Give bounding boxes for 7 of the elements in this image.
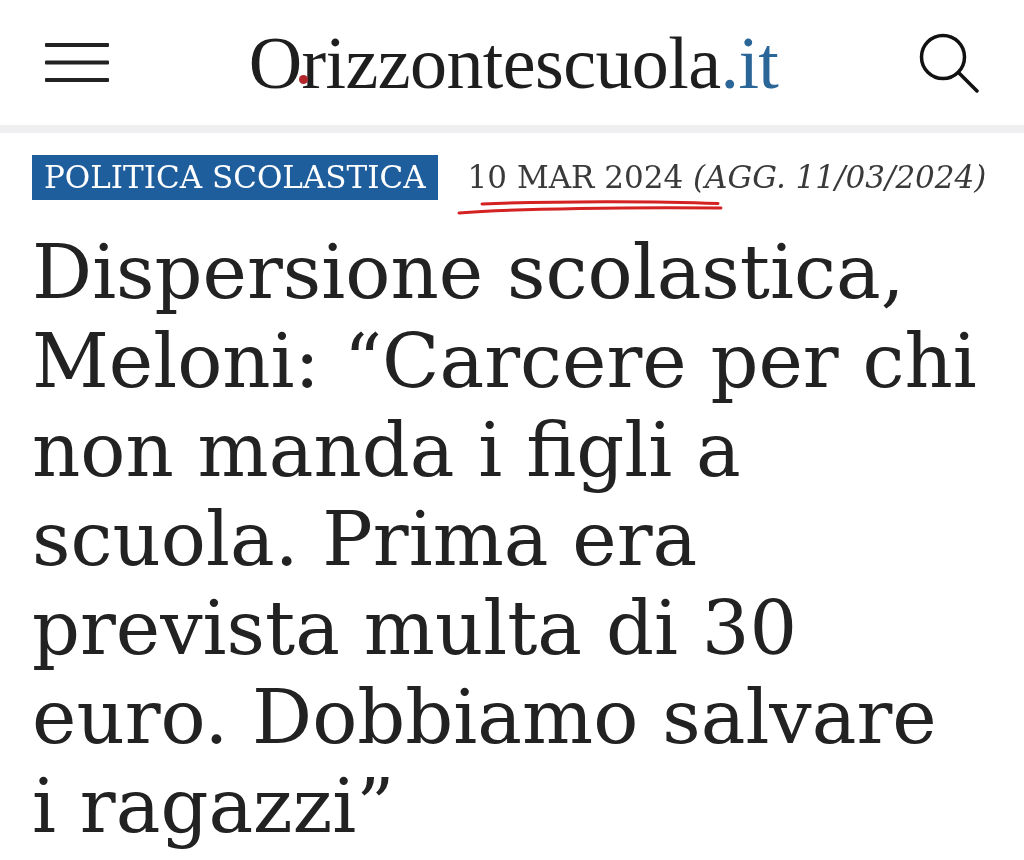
menu-icon[interactable] — [45, 42, 109, 83]
search-icon[interactable] — [918, 32, 980, 93]
article-headline: Dispersione scolastica, Meloni: “Carcere per chi non manda i figli a scuola. Prima era prevista multa di 30 euro. Dobbiamo salvare i ragazzi” — [32, 228, 978, 851]
publish-date: 10 MAR 2024 (AGG. 11/03/2024) — [467, 159, 987, 196]
site-logo[interactable]: Orizzontescuola.it — [248, 26, 779, 99]
dot-icon — [298, 74, 308, 84]
category-tag[interactable]: POLITICA SCOLASTICA — [32, 155, 438, 200]
